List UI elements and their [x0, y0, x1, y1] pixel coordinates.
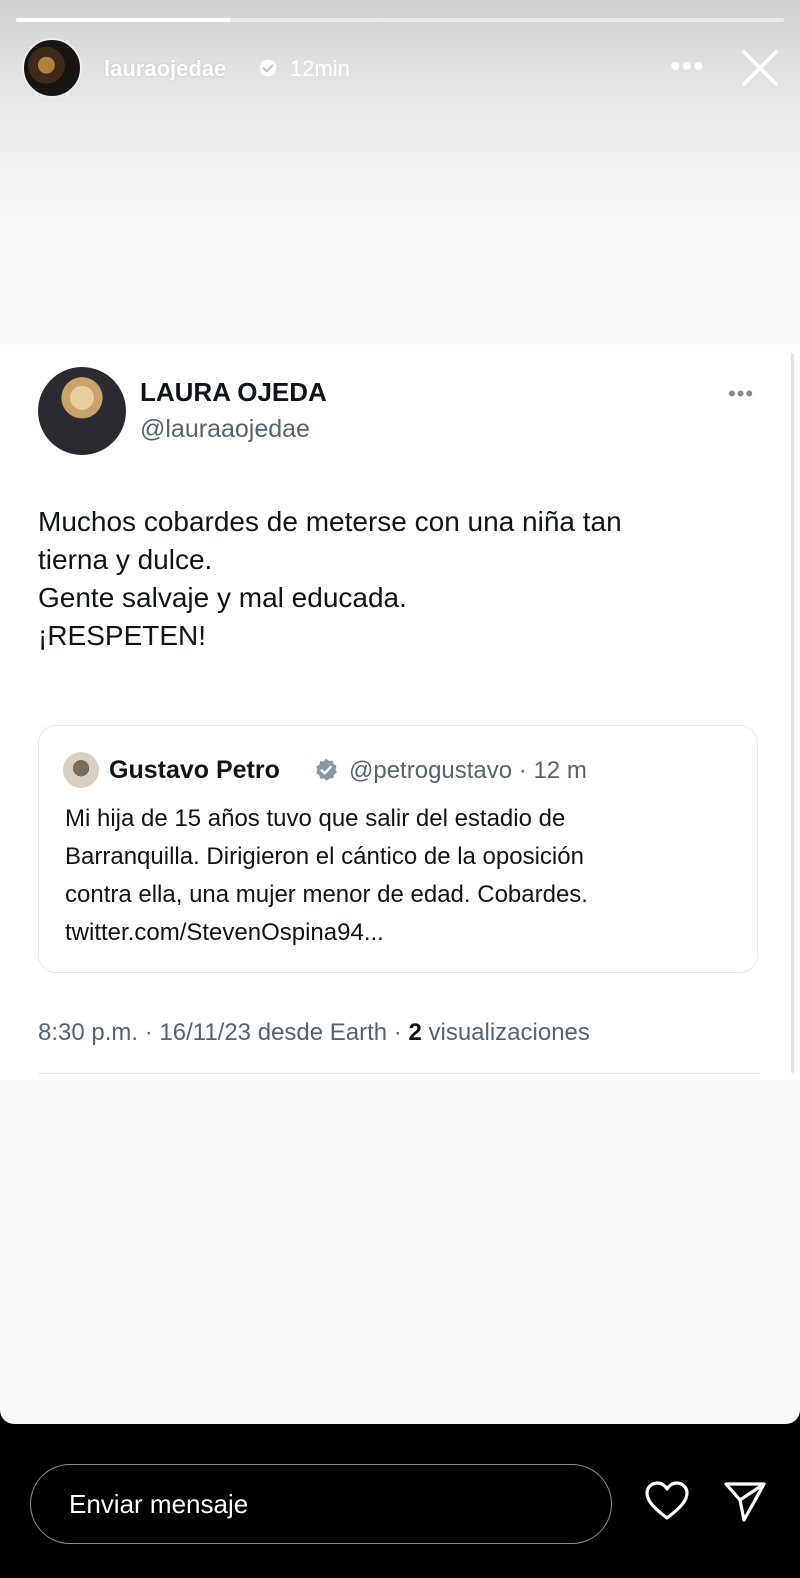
verified-badge-icon [316, 758, 337, 781]
message-input[interactable]: Enviar mensaje [30, 1464, 612, 1544]
quoted-author-avatar [63, 752, 99, 788]
tweet-timestamp: 8:30 p.m. · 16/11/23 desde Earth · [38, 1019, 409, 1046]
quoted-author-name: Gustavo Petro [109, 756, 280, 784]
tweet-text-line: tierna y dulce. [38, 544, 213, 575]
quoted-text-line: Mi hija de 15 años tuvo que salir del es… [65, 805, 566, 832]
divider [38, 1073, 760, 1074]
tweet-text-line: Muchos cobardes de meterse con una niña … [38, 506, 622, 537]
message-placeholder: Enviar mensaje [69, 1489, 249, 1519]
author-name: LAURA OJEDA [140, 377, 327, 407]
quoted-tweet-text: Mi hija de 15 años tuvo que salir del es… [65, 800, 745, 952]
tweet-meta: 8:30 p.m. · 16/11/23 desde Earth · 2 vis… [38, 1019, 590, 1047]
story-header: lauraojedae 12min ••• [22, 38, 782, 98]
story-username[interactable]: lauraojedae [104, 56, 226, 82]
quoted-text-line: contra ella, una mujer menor de edad. Co… [65, 881, 588, 908]
story-time: 12min [290, 56, 350, 81]
close-icon[interactable] [738, 46, 782, 90]
tweet-screenshot-card: LAURA OJEDA @lauraaojedae ••• Muchos cob… [0, 345, 800, 1080]
more-horizontal-icon[interactable]: ••• [670, 52, 705, 82]
heart-icon[interactable] [644, 1480, 690, 1522]
story-progress-fill [16, 18, 232, 22]
tweet-text-line: ¡RESPETEN! [38, 620, 207, 651]
tweet-more-icon: ••• [728, 381, 755, 406]
scrollbar [791, 353, 794, 1073]
quoted-author-handle: @petrogustavo · 12 m [349, 757, 587, 784]
story-progress-bar [16, 18, 784, 22]
story-avatar[interactable] [22, 38, 82, 98]
views-label: visualizaciones [421, 1019, 590, 1046]
author-handle: @lauraaojedae [140, 415, 310, 443]
verified-badge-icon [259, 59, 277, 77]
story-top-gradient [0, 0, 800, 230]
views-count: 2 [408, 1019, 422, 1046]
quoted-text-line: Barranquilla. Dirigieron el cántico de l… [65, 843, 584, 870]
quoted-tweet: Gustavo Petro @petrogustavo · 12 m Mi hi… [38, 725, 758, 973]
tweet-text: Muchos cobardes de meterse con una niña … [38, 503, 758, 655]
story-viewer: lauraojedae 12min ••• LAURA OJEDA @laura… [0, 0, 800, 1424]
quoted-text-line: twitter.com/StevenOspina94... [65, 919, 384, 946]
tweet-text-line: Gente salvaje y mal educada. [38, 582, 407, 613]
story-reply-bar: Enviar mensaje [0, 1424, 800, 1578]
send-icon[interactable] [722, 1478, 768, 1524]
author-avatar [38, 367, 126, 455]
